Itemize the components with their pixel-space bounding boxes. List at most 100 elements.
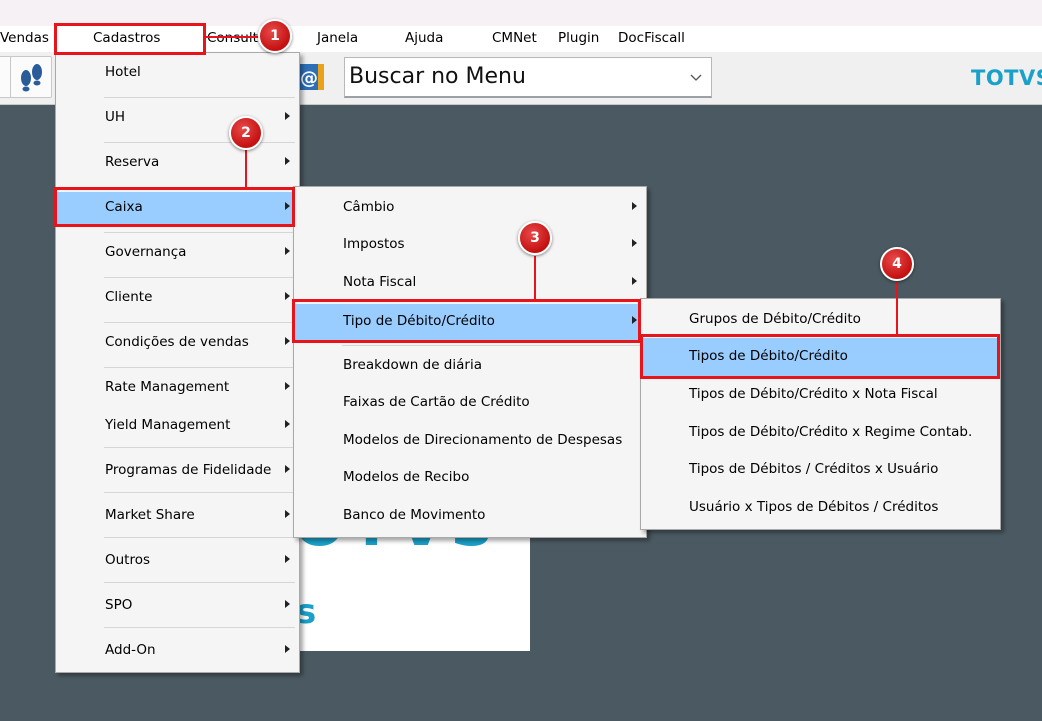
callout-box-tipos-de-debito-credito [640,334,1000,379]
chevron-down-icon[interactable] [689,70,703,84]
submenu-arrow-icon [285,465,290,473]
submenu-arrow-icon [285,382,290,390]
callout-badge-1: 1 [258,19,292,53]
toolbar-button-footsteps[interactable] [10,56,52,98]
menu-item-spo[interactable]: SPO [57,590,298,622]
menu-item-modelos-de-recibo[interactable]: Modelos de Recibo [295,462,645,494]
menu-item-outros[interactable]: Outros [57,545,298,577]
menu-item-modelos-de-direcionamento[interactable]: Modelos de Direcionamento de Despesas [295,425,645,457]
menu-separator [342,345,642,346]
menu-item-label: Outros [105,552,151,568]
submenu-arrow-icon [285,157,290,165]
menu-item-yield-management[interactable]: Yield Management [57,410,298,442]
submenu-arrow-icon [285,600,290,608]
submenu-arrow-icon [285,292,290,300]
menu-cmnet[interactable]: CMNet [492,30,537,46]
menu-item-cambio[interactable]: Câmbio [295,192,645,224]
menu-item-governanca[interactable]: Governança [57,237,298,269]
menu-item-faixas-de-cartao[interactable]: Faixas de Cartão de Crédito [295,387,645,419]
menu-item-label: Modelos de Direcionamento de Despesas [343,432,623,448]
menu-separator [104,367,295,368]
menu-item-condicoes-de-vendas[interactable]: Condições de vendas [57,327,298,359]
submenu-arrow-icon [632,202,637,210]
menu-item-add-on[interactable]: Add-On [57,635,298,667]
menu-item-breakdown-de-diaria[interactable]: Breakdown de diária [295,350,645,382]
callout-connector [206,36,260,38]
menu-separator [104,582,295,583]
brand-logo: TOTVS [971,66,1042,90]
menu-item-label: Faixas de Cartão de Crédito [343,394,530,410]
menu-separator [104,322,295,323]
menu-vendas[interactable]: Vendas [0,30,49,46]
cadastros-dropdown-menu: Hotel UH Reserva Caixa Governança Client… [55,52,300,673]
tipo-debito-credito-submenu: Grupos de Débito/Crédito Tipos de Débito… [640,298,1001,530]
footsteps-icon [21,64,42,92]
menu-separator [104,142,295,143]
svg-text:@: @ [300,68,318,89]
submenu-arrow-icon [285,555,290,563]
menu-item-impostos[interactable]: Impostos [295,229,645,261]
submenu-arrow-icon [285,337,290,345]
submenu-arrow-icon [632,277,637,285]
menu-item-cliente[interactable]: Cliente [57,282,298,314]
callout-box-caixa [54,187,295,227]
submenu-arrow-icon [285,645,290,653]
menu-item-label: Nota Fiscal [343,274,417,290]
menu-item-programas-de-fidelidade[interactable]: Programas de Fidelidade [57,455,298,487]
menu-item-label: Grupos de Débito/Crédito [689,311,861,327]
search-menu-value: Buscar no Menu [349,64,526,89]
callout-badge-4: 4 [880,247,914,281]
menu-separator [104,97,295,98]
menu-item-label: Breakdown de diária [343,357,482,373]
menu-item-label: Condições de vendas [105,334,249,350]
callout-connector [534,256,536,300]
callout-connector [245,150,247,188]
menu-item-label: Reserva [105,154,160,170]
menu-item-label: Add-On [105,642,156,658]
menu-item-rate-management[interactable]: Rate Management [57,372,298,404]
menu-item-label: Hotel [105,64,141,80]
menu-item-label: UH [105,109,126,125]
menu-item-label: Cliente [105,289,153,305]
callout-box-cadastros [54,23,206,55]
menu-item-label: Câmbio [343,199,395,215]
submenu-arrow-icon [632,239,637,247]
menu-separator [104,277,295,278]
menu-item-label: Programas de Fidelidade [105,462,272,478]
submenu-arrow-icon [285,247,290,255]
callout-badge-2: 2 [229,116,263,150]
menu-item-tipos-x-regime-contab[interactable]: Tipos de Débito/Crédito x Regime Contab. [642,417,999,449]
menu-item-label: Impostos [343,236,405,252]
menu-separator [104,627,295,628]
menu-item-tipos-x-usuario[interactable]: Tipos de Débitos / Créditos x Usuário [642,454,999,486]
menu-item-label: Banco de Movimento [343,507,486,523]
callout-badge-3: 3 [518,221,552,255]
menu-item-grupos-de-debito-credito[interactable]: Grupos de Débito/Crédito [642,304,999,336]
menu-item-banco-de-movimento[interactable]: Banco de Movimento [295,500,645,532]
menu-plugin[interactable]: Plugin [558,30,599,46]
menu-item-label: SPO [105,597,133,613]
search-menu-combobox[interactable]: Buscar no Menu [344,57,712,98]
submenu-arrow-icon [285,112,290,120]
menu-item-label: Usuário x Tipos de Débitos / Créditos [689,499,939,515]
menu-item-reserva[interactable]: Reserva [57,147,298,179]
menu-item-market-share[interactable]: Market Share [57,500,298,532]
menu-item-usuario-x-tipos[interactable]: Usuário x Tipos de Débitos / Créditos [642,492,999,524]
menu-janela[interactable]: Janela [317,30,358,46]
menu-item-label: Yield Management [105,417,231,433]
menu-separator [104,537,295,538]
submenu-arrow-icon [285,420,290,428]
menu-docfiscall[interactable]: DocFiscall [618,30,685,46]
menu-separator [104,232,295,233]
menu-item-label: Tipos de Débito/Crédito x Regime Contab. [689,424,973,440]
menu-item-nota-fiscal[interactable]: Nota Fiscal [295,267,645,299]
menu-separator [104,447,295,448]
callout-connector [896,282,898,335]
callout-box-tipo-de-debito-credito [292,299,641,343]
menu-item-label: Market Share [105,507,195,523]
caixa-submenu: Câmbio Impostos Nota Fiscal Tipo de Débi… [293,186,647,538]
menu-item-tipos-x-nota-fiscal[interactable]: Tipos de Débito/Crédito x Nota Fiscal [642,379,999,411]
menu-item-hotel[interactable]: Hotel [57,57,298,89]
menu-item-label: Tipos de Débitos / Créditos x Usuário [689,461,939,477]
menu-ajuda[interactable]: Ajuda [405,30,443,46]
